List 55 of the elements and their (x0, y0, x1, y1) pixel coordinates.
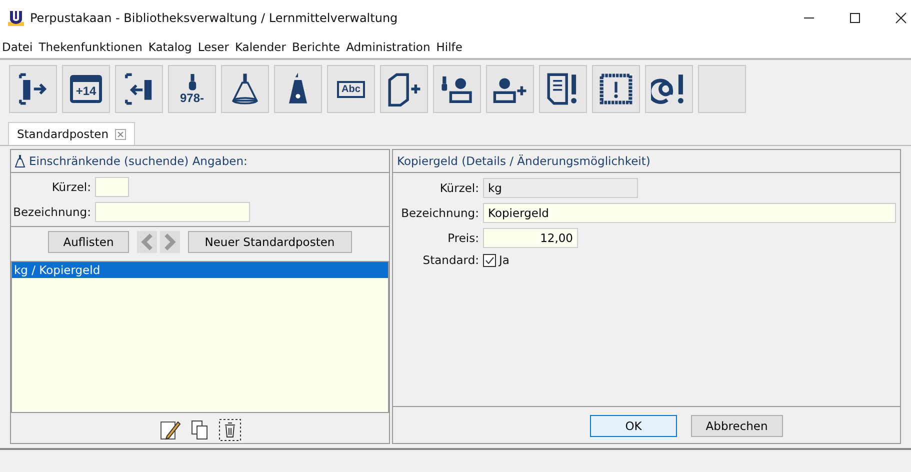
maximize-icon[interactable] (849, 12, 861, 24)
menu-item[interactable]: Thekenfunktionen (38, 40, 142, 54)
menu-item[interactable]: Administration (346, 40, 430, 54)
menu-item[interactable]: Leser (198, 40, 229, 54)
book-plus-icon (386, 71, 422, 107)
menu-item[interactable]: Katalog (148, 40, 192, 54)
toolbar-button[interactable] (274, 65, 322, 113)
close-icon[interactable] (895, 12, 907, 24)
toolbar-button[interactable] (9, 65, 57, 113)
list-item[interactable]: kg / Kopiergeld (12, 262, 388, 278)
menu-item[interactable]: Datei (2, 40, 33, 54)
field-label: Bezeichnung: (12, 205, 91, 219)
input-field[interactable] (95, 202, 250, 222)
calendar-icon: +14 (70, 75, 102, 103)
toolbar-button[interactable]: +14 (62, 65, 110, 113)
toolbar-button[interactable] (221, 65, 269, 113)
toolbar-button[interactable] (380, 65, 428, 113)
menu-item[interactable]: Kalender (234, 40, 286, 54)
input-field[interactable]: 12,00 (483, 228, 578, 248)
edit-icon[interactable] (159, 419, 181, 441)
toolbar-button[interactable] (433, 65, 481, 113)
cancel-button[interactable]: Abbrechen (690, 415, 783, 437)
list-button[interactable]: Auflisten (48, 231, 129, 253)
tab[interactable]: Standardposten (8, 122, 135, 145)
flashlight-icon (15, 154, 25, 168)
panel-title: Kopiergeld (Details / Änderungsmöglichkeit) (397, 154, 650, 168)
stamp-alert-icon (598, 71, 634, 107)
trash-icon[interactable] (219, 419, 241, 441)
toolbar-button[interactable]: Abc (327, 65, 375, 113)
toolbar-button[interactable] (115, 65, 163, 113)
input-field[interactable]: Kopiergeld (483, 203, 896, 223)
field-label: Kürzel: (50, 180, 91, 194)
checkbox[interactable] (483, 254, 496, 266)
checkbox-label: Ja (499, 253, 510, 267)
field-label: Kürzel: (438, 181, 479, 195)
input-field[interactable]: kg (483, 178, 638, 198)
menu-item[interactable]: Berichte (292, 40, 340, 54)
input-field[interactable] (95, 177, 129, 197)
toolbar-button[interactable] (539, 65, 587, 113)
field-label: Preis: (446, 231, 479, 245)
toolbar-button[interactable]: 978- (168, 65, 216, 113)
field-label: Standard: (422, 253, 479, 267)
field-label: Bezeichnung: (400, 206, 479, 220)
toolbar-button[interactable] (645, 65, 693, 113)
menu-item[interactable]: Hilfe (436, 40, 462, 54)
app-logo-icon (8, 10, 24, 26)
flashlight-icon (188, 74, 196, 92)
isbn-text: 978- (180, 92, 204, 104)
label-icon: Abc (336, 80, 366, 98)
toolbar-button[interactable] (486, 65, 534, 113)
toolbar-button[interactable] (592, 65, 640, 113)
window-title: Perpustakaan - Bibliotheksverwaltung / Lernmittelverwaltung (30, 11, 398, 25)
new-item-button[interactable]: Neuer Standardposten (188, 231, 352, 253)
panel-title: Einschränkende (suchende) Angaben: (29, 154, 248, 168)
ok-button[interactable]: OK (590, 415, 677, 437)
